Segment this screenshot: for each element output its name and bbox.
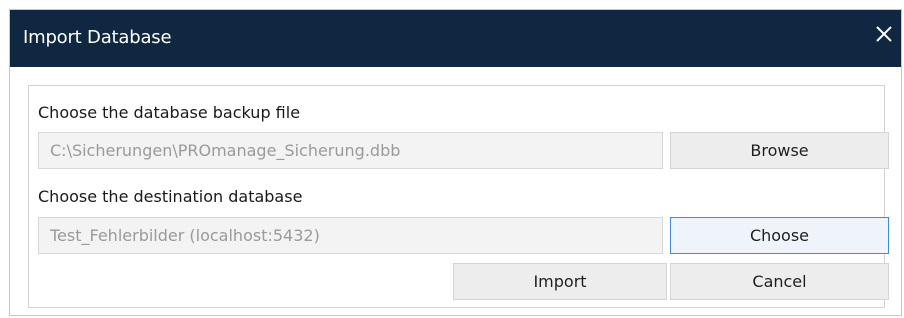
title-bar: Import Database	[10, 10, 901, 67]
cancel-button[interactable]: Cancel	[670, 263, 889, 300]
import-button[interactable]: Import	[453, 263, 667, 300]
destination-database-field[interactable]: Test_Fehlerbilder (localhost:5432)	[38, 217, 663, 254]
import-database-dialog: Import Database Choose the database back…	[9, 9, 902, 316]
destination-database-label: Choose the destination database	[38, 187, 303, 206]
import-options-panel: Choose the database backup file C:\Siche…	[28, 85, 889, 308]
choose-button[interactable]: Choose	[670, 217, 889, 254]
backup-file-path-field[interactable]: C:\Sicherungen\PROmanage_Sicherung.dbb	[38, 132, 663, 169]
backup-file-label: Choose the database backup file	[38, 103, 301, 122]
browse-button[interactable]: Browse	[670, 132, 889, 169]
dialog-title: Import Database	[23, 27, 172, 48]
close-icon[interactable]	[873, 23, 895, 45]
